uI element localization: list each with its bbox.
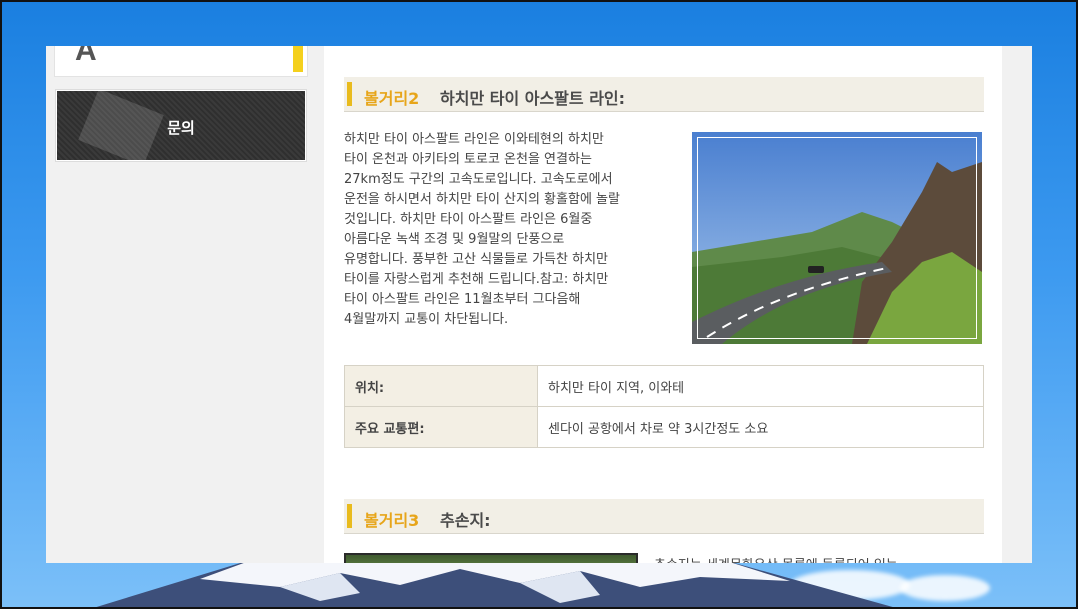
transport-value: 센다이 공항에서 차로 약 3시간정도 소요 bbox=[537, 406, 984, 448]
heading-marker bbox=[347, 82, 352, 106]
description-line: 아름다운 녹색 조경 및 9월말의 단풍으로 bbox=[344, 232, 565, 247]
yellow-accent-bar bbox=[293, 46, 303, 72]
description-line: 것입니다. 하치만 타이 아스팔트 라인은 6월중 bbox=[344, 212, 593, 227]
section-description: 하치만 타이 아스팔트 라인은 이와테현의 하치만 타이 온천과 아키타의 토로… bbox=[344, 130, 666, 330]
section-number: 볼거리3 bbox=[364, 511, 420, 530]
description-line: 타이 아스팔트 라인은 11월초부터 그다음해 bbox=[344, 292, 581, 307]
description-line: 유명합니다. 풍부한 고산 식물들로 가득찬 하치만 bbox=[344, 252, 608, 267]
location-value: 하치만 타이 지역, 이와테 bbox=[537, 365, 984, 407]
section3-photo bbox=[344, 553, 638, 563]
section-title: 추손지: bbox=[440, 511, 491, 530]
page-container: A · · · · · · 문의 볼거리2 하치만 타이 아스팔트 라인: 하치… bbox=[46, 46, 1032, 563]
table-row: 주요 교통편: 센다이 공항에서 차로 약 3시간정도 소요 bbox=[344, 406, 984, 448]
info-table: 위치: 하치만 타이 지역, 이와테 주요 교통편: 센다이 공항에서 차로 약… bbox=[344, 365, 984, 448]
section-heading-2: 볼거리2 하치만 타이 아스팔트 라인: bbox=[344, 77, 984, 112]
description-line: 타이를 자랑스럽게 추천해 드립니다.참고: 하치만 bbox=[344, 272, 609, 287]
section-number: 볼거리2 bbox=[364, 89, 420, 108]
inquiry-button[interactable]: 문의 bbox=[55, 89, 307, 162]
sidebar-top-card-label: · · · · · · bbox=[121, 46, 166, 53]
table-row: 위치: 하치만 타이 지역, 이와테 bbox=[344, 365, 984, 407]
sidebar-top-card[interactable]: A · · · · · · bbox=[54, 46, 308, 77]
description-line: 타이 온천과 아키타의 토로코 온천을 연결하는 bbox=[344, 152, 592, 167]
inquiry-label: 문의 bbox=[167, 119, 195, 137]
section-heading-3: 볼거리3 추손지: bbox=[344, 499, 984, 534]
heading-marker bbox=[347, 504, 352, 528]
photo-frame bbox=[697, 137, 977, 339]
description-line: 하치만 타이 아스팔트 라인은 이와테현의 하치만 bbox=[344, 132, 604, 147]
letter-a-icon: A bbox=[75, 46, 97, 67]
description-line: 4월말까지 교통이 차단됩니다. bbox=[344, 312, 509, 327]
main-content: 볼거리2 하치만 타이 아스팔트 라인: 하치만 타이 아스팔트 라인은 이와테… bbox=[324, 46, 1002, 563]
description-line: 운전을 하시면서 하치만 타이 산지의 황홀함에 놀랄 bbox=[344, 192, 620, 207]
description-line: 27km정도 구간의 고속도로입니다. 고속도로에서 bbox=[344, 172, 613, 187]
transport-label: 주요 교통편: bbox=[344, 406, 538, 448]
location-label: 위치: bbox=[344, 365, 538, 407]
section3-preview-text: 추손지는 세계문화유산 목록에 등록되어 있는 bbox=[654, 554, 898, 563]
mountain-road-photo bbox=[692, 132, 982, 344]
section-title: 하치만 타이 아스팔트 라인: bbox=[440, 89, 626, 108]
